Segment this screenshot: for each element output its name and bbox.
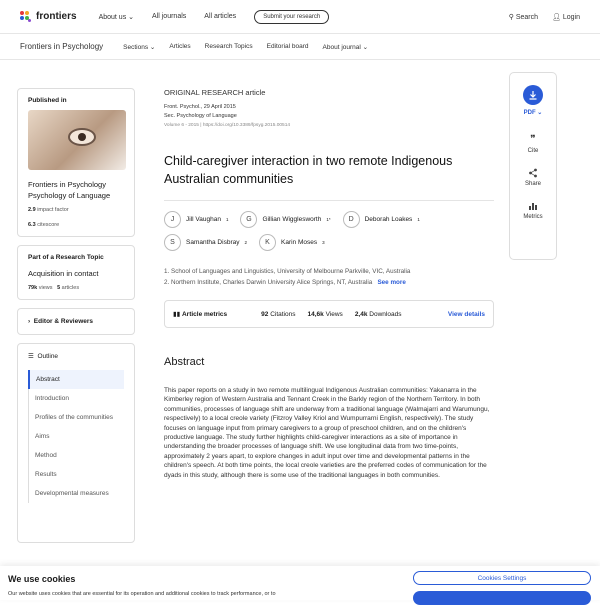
outline-item-developmental[interactable]: Developmental measures [28, 484, 124, 503]
outline-item-introduction[interactable]: Introduction [28, 389, 124, 408]
research-topic-label: Part of a Research Topic [28, 254, 104, 261]
metrics-label: ▮▮ Article metrics [173, 311, 228, 318]
downloads-count: 2,4k Downloads [354, 310, 402, 318]
accept-cookies-button[interactable] [413, 591, 591, 605]
nav-editorial-board[interactable]: Editorial board [267, 43, 309, 50]
share-icon [529, 168, 537, 178]
research-topic-card: Part of a Research Topic Acquisition in … [17, 245, 135, 300]
author-item[interactable]: J Jill Vaughan 1 [164, 211, 228, 228]
article-type: ORIGINAL RESEARCH article [164, 88, 266, 97]
abstract-text: This paper reports on a study in two rem… [164, 387, 490, 479]
journal-cover-image[interactable] [28, 110, 126, 170]
avatar: S [164, 234, 181, 251]
article-section[interactable]: Sec. Psychology of Language [164, 112, 494, 121]
avatar: K [259, 234, 276, 251]
pdf-label[interactable]: PDF ⌄ [524, 109, 543, 116]
nav-research-topics[interactable]: Research Topics [205, 43, 253, 50]
outline-item-abstract[interactable]: Abstract [28, 370, 124, 389]
impact-factor: 2.9 impact factor [28, 207, 69, 213]
journal-date: Front. Psychol., 29 April 2015 [164, 104, 236, 110]
published-in-label: Published in [28, 97, 67, 104]
search-icon: ⚲ [508, 13, 514, 21]
article-metrics-bar: ▮▮ Article metrics 92 Citations 14,6k Vi… [164, 300, 494, 328]
editors-reviewers-toggle[interactable]: › Editor & Reviewers [17, 308, 135, 335]
outline-item-aims[interactable]: Aims [28, 427, 124, 446]
journal-title-link[interactable]: Frontiers in Psychology [20, 42, 103, 51]
user-icon: 👤︎ [552, 13, 561, 21]
quote-icon: ❞ [530, 134, 536, 145]
brand-name: frontiers [36, 11, 77, 22]
journal-link[interactable]: Frontiers in Psychology [28, 180, 124, 189]
author-item[interactable]: D Deborah Loakes 1 [342, 211, 420, 228]
chevron-right-icon: › [28, 318, 31, 325]
avatar: D [342, 211, 360, 228]
author-list: J Jill Vaughan 1 G Gillian Wigglesworth 1* D… [164, 200, 494, 251]
affiliation-1: 1. School of Languages and Linguistics, … [164, 268, 411, 275]
published-in-card: Published in Frontiers in Psychology Psy… [17, 88, 135, 237]
top-navbar: frontiers About us ⌄ All journals All ar… [0, 0, 600, 34]
nav-sections[interactable]: Sections ⌄ [123, 43, 155, 51]
frontiers-logo[interactable]: frontiers [20, 10, 77, 23]
author-item[interactable]: G Gillian Wigglesworth 1* [240, 211, 331, 228]
section-link[interactable]: Psychology of Language [28, 191, 124, 200]
cookie-banner: We use cookies Our website uses cookies … [0, 566, 600, 605]
outline-item-method[interactable]: Method [28, 446, 124, 465]
chevron-down-icon: ⌄ [128, 13, 135, 21]
view-details-link[interactable]: View details [448, 311, 485, 318]
views-count: 14,6k Views [307, 310, 343, 318]
affiliations: 1. School of Languages and Linguistics, … [164, 266, 494, 288]
avatar: J [164, 211, 181, 228]
nav-all-journals[interactable]: All journals [152, 13, 186, 20]
search-button[interactable]: ⚲ Search [509, 13, 538, 21]
author-item[interactable]: K Karin Moses 3 [259, 234, 325, 251]
citations-count: 92 Citations [261, 310, 296, 318]
action-rail: PDF ⌄ ❞ Cite Share Metrics [509, 72, 557, 260]
article-title: Child-caregiver interaction in two remot… [164, 154, 453, 186]
outline-item-profiles[interactable]: Profiles of the communities [28, 408, 124, 427]
download-icon [529, 91, 537, 100]
login-button[interactable]: 👤︎ Login [552, 13, 580, 21]
abstract-heading: Abstract [164, 356, 205, 368]
outline-header[interactable]: ☰ Outline [28, 352, 124, 360]
topic-stats: 79k views 5 articles [28, 285, 80, 291]
nav-articles[interactable]: Articles [169, 43, 190, 50]
see-more-link[interactable]: See more [377, 279, 405, 286]
nav-about-journal[interactable]: About journal ⌄ [323, 43, 369, 51]
cookies-settings-button[interactable]: Cookies Settings [413, 571, 591, 585]
share-button[interactable]: Share [525, 168, 541, 187]
article-main: ORIGINAL RESEARCH article Front. Psychol… [164, 88, 494, 480]
doi-line[interactable]: Volume 6 - 2015 | https://doi.org/10.338… [164, 121, 494, 130]
journal-navbar: Frontiers in Psychology Sections ⌄ Artic… [0, 34, 600, 60]
avatar: G [240, 211, 258, 228]
submit-research-button[interactable]: Submit your research [254, 9, 330, 24]
outline-card: ☰ Outline Abstract Introduction Profiles… [17, 343, 135, 543]
outline-item-results[interactable]: Results [28, 465, 124, 484]
left-sidebar: Published in Frontiers in Psychology Psy… [17, 88, 135, 551]
research-topic-link[interactable]: Acquisition in contact [28, 269, 124, 278]
metrics-button[interactable]: Metrics [523, 201, 543, 220]
author-item[interactable]: S Samantha Disbray 2 [164, 234, 247, 251]
nav-about-us[interactable]: About us ⌄ [99, 13, 134, 21]
bar-chart-icon: ▮▮ [173, 311, 181, 318]
list-icon: ☰ [28, 353, 34, 360]
download-pdf-button[interactable] [523, 85, 543, 105]
affiliation-2: 2. Northern Institute, Charles Darwin Un… [164, 279, 406, 286]
logo-icon [20, 10, 32, 23]
nav-all-articles[interactable]: All articles [204, 13, 236, 20]
citescore: 6.3 citescore [28, 222, 60, 228]
bar-chart-icon [529, 203, 537, 210]
cite-button[interactable]: ❞ Cite [528, 134, 539, 154]
